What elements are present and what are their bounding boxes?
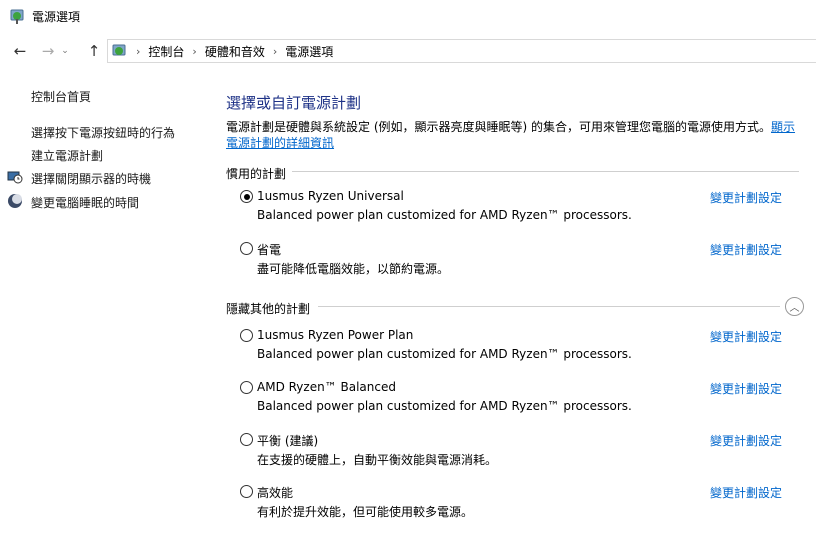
- plan-radio-power-saver[interactable]: [240, 242, 253, 255]
- change-plan-settings-link[interactable]: 變更計劃設定: [710, 380, 782, 397]
- plan-description: Balanced power plan customized for AMD R…: [257, 399, 632, 413]
- plan-description: 在支援的硬體上，自動平衡效能與電源消耗。: [257, 453, 498, 467]
- page-description: 電源計劃是硬體與系統設定 (例如，顯示器亮度與睡眠等) 的集合，可用來管理您電腦…: [226, 119, 806, 151]
- control-panel-icon: [112, 44, 126, 56]
- plan-name[interactable]: 1usmus Ryzen Universal: [257, 189, 404, 203]
- arrow-right-icon: →: [41, 42, 55, 60]
- sidebar-item-display-off[interactable]: 選擇關閉顯示器的時機: [31, 170, 151, 187]
- breadcrumb-hardware-sound[interactable]: 硬體和音效: [205, 43, 265, 60]
- title-bar: 電源選項: [0, 0, 816, 32]
- navigation-bar: ← → ⌄ ↑ › 控制台 › 硬體和音效 › 電源選項: [0, 36, 816, 66]
- plan-radio-high-performance[interactable]: [240, 485, 253, 498]
- sidebar-item-power-buttons[interactable]: 選擇按下電源按鈕時的行為: [31, 124, 175, 141]
- chevron-right-icon: ›: [136, 44, 141, 58]
- plan-name[interactable]: 高效能: [257, 484, 293, 501]
- recent-locations-button[interactable]: ⌄: [58, 40, 72, 62]
- arrow-up-icon: ↑: [87, 42, 101, 60]
- plan-description: Balanced power plan customized for AMD R…: [257, 347, 632, 361]
- plan-description: 有利於提升效能，但可能使用較多電源。: [257, 505, 474, 519]
- description-text: 電源計劃是硬體與系統設定 (例如，顯示器亮度與睡眠等) 的集合，可用來管理您電腦…: [226, 120, 771, 134]
- chevron-up-icon: ︿: [789, 303, 800, 314]
- plan-name[interactable]: 1usmus Ryzen Power Plan: [257, 328, 413, 342]
- hidden-plans-header: 隱藏其他的計劃: [226, 302, 311, 316]
- power-options-icon: [10, 9, 24, 24]
- collapse-button[interactable]: ︿: [785, 297, 804, 316]
- control-panel-home-link[interactable]: 控制台首頁: [31, 88, 91, 105]
- window-title: 電源選項: [32, 10, 81, 24]
- forward-button[interactable]: →: [38, 40, 58, 62]
- plan-name[interactable]: 省電: [257, 241, 281, 258]
- chevron-right-icon: ›: [192, 44, 197, 58]
- breadcrumb-power-options[interactable]: 電源選項: [285, 43, 333, 60]
- plan-name[interactable]: 平衡 (建議): [257, 432, 318, 449]
- group-divider: [292, 171, 799, 172]
- change-plan-settings-link[interactable]: 變更計劃設定: [710, 432, 782, 449]
- up-button[interactable]: ↑: [84, 40, 104, 62]
- page-title: 選擇或自訂電源計劃: [226, 94, 362, 112]
- plan-radio-1usmus-universal[interactable]: [240, 190, 253, 203]
- chevron-right-icon: ›: [272, 44, 278, 58]
- group-divider: [318, 306, 780, 307]
- plan-name[interactable]: AMD Ryzen™ Balanced: [257, 380, 396, 394]
- plan-description: Balanced power plan customized for AMD R…: [257, 208, 632, 222]
- change-plan-settings-link[interactable]: 變更計劃設定: [710, 241, 782, 258]
- sidebar-item-create-plan[interactable]: 建立電源計劃: [31, 147, 103, 164]
- monitor-clock-icon: [7, 171, 23, 184]
- preferred-plans-header: 慣用的計劃: [226, 167, 287, 181]
- sidebar-item-sleep-time[interactable]: 變更電腦睡眠的時間: [31, 194, 139, 211]
- chevron-down-icon: ⌄: [61, 46, 69, 56]
- arrow-left-icon: ←: [13, 42, 27, 60]
- plan-radio-1usmus-power[interactable]: [240, 329, 253, 342]
- change-plan-settings-link[interactable]: 變更計劃設定: [710, 484, 782, 501]
- plan-radio-amd-balanced[interactable]: [240, 381, 253, 394]
- plan-radio-balanced[interactable]: [240, 433, 253, 446]
- change-plan-settings-link[interactable]: 變更計劃設定: [710, 328, 782, 345]
- breadcrumb-control-panel[interactable]: 控制台: [148, 43, 184, 60]
- plan-description: 盡可能降低電腦效能，以節約電源。: [257, 262, 450, 276]
- change-plan-settings-link[interactable]: 變更計劃設定: [710, 189, 782, 206]
- back-button[interactable]: ←: [10, 40, 30, 62]
- address-bar[interactable]: › 控制台 › 硬體和音效 › 電源選項: [107, 39, 816, 63]
- moon-icon: [8, 194, 22, 208]
